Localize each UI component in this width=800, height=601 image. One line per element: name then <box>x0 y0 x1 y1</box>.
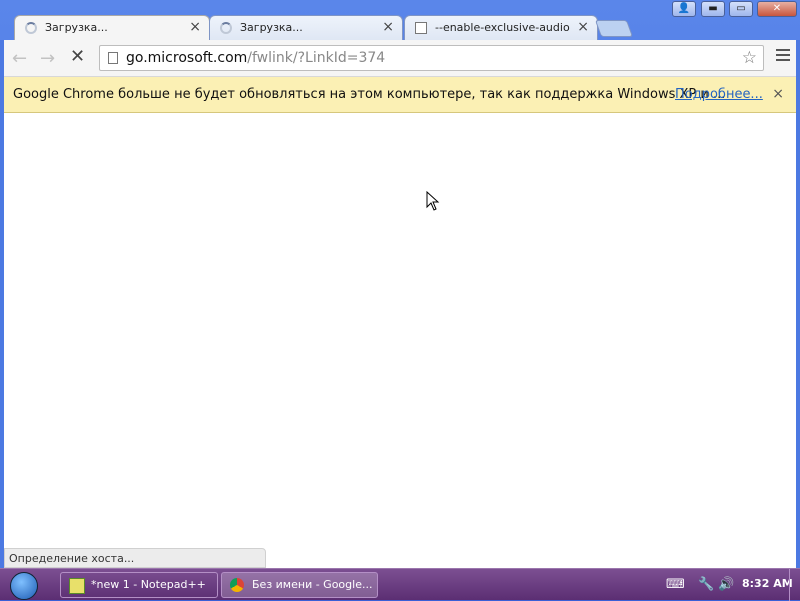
show-desktop-button[interactable] <box>789 569 800 601</box>
network-icon[interactable]: 🔧 <box>698 577 714 592</box>
chrome-window: Загрузка... × Загрузка... × --enable-exc… <box>0 0 800 568</box>
address-bar[interactable]: go.microsoft.com/fwlink/?LinkId=374 ☆ <box>99 45 764 71</box>
keyboard-icon[interactable]: ⌨ <box>666 577 685 592</box>
infobar: Google Chrome больше не будет обновлятьс… <box>4 77 796 113</box>
infobar-close-icon[interactable]: × <box>772 86 784 102</box>
tab-strip: Загрузка... × Загрузка... × --enable-exc… <box>0 0 800 41</box>
chrome-icon <box>230 578 244 592</box>
tab-2[interactable]: Загрузка... × <box>209 15 403 40</box>
url-host: go.microsoft.com <box>126 50 248 66</box>
tab-1[interactable]: Загрузка... × <box>14 15 210 41</box>
taskbar-item-chrome[interactable]: Без имени - Google... <box>221 572 378 598</box>
status-text: Определение хоста... <box>9 552 135 565</box>
mouse-cursor-icon <box>426 191 440 211</box>
url-text[interactable]: go.microsoft.com/fwlink/?LinkId=374 <box>126 50 385 66</box>
status-bubble: Определение хоста... <box>4 548 266 568</box>
page-content[interactable]: Определение хоста... <box>4 113 796 568</box>
tab-title: --enable-exclusive-audio <box>435 21 570 34</box>
url-path: /fwlink/?LinkId=374 <box>247 50 386 66</box>
bookmark-star-icon[interactable]: ☆ <box>742 48 757 68</box>
user-icon[interactable]: 👤 <box>672 1 696 17</box>
taskbar-item-notepadpp[interactable]: *new 1 - Notepad++ <box>60 572 218 598</box>
tab-3[interactable]: --enable-exclusive-audio × <box>404 15 598 40</box>
taskbar-item-label: *new 1 - Notepad++ <box>91 578 206 591</box>
tab-close-icon[interactable]: × <box>577 19 589 35</box>
loading-spinner-icon <box>25 22 37 34</box>
infobar-message: Google Chrome больше не будет обновлятьс… <box>13 87 726 102</box>
infobar-learn-more-link[interactable]: Подробнее... <box>675 87 763 102</box>
browser-toolbar: ← → ✕ go.microsoft.com/fwlink/?LinkId=37… <box>4 40 796 77</box>
clock[interactable]: 8:32 AM <box>742 577 793 590</box>
stop-button[interactable]: ✕ <box>70 46 85 67</box>
close-window-button[interactable]: ✕ <box>757 1 797 17</box>
start-button[interactable] <box>10 572 38 600</box>
tab-title: Загрузка... <box>45 21 108 34</box>
minimize-button[interactable]: ▬ <box>701 1 725 17</box>
taskbar: *new 1 - Notepad++ Без имени - Google...… <box>0 568 800 601</box>
taskbar-item-label: Без имени - Google... <box>252 578 373 591</box>
new-tab-button[interactable] <box>594 20 634 37</box>
tab-close-icon[interactable]: × <box>189 19 201 35</box>
window-frame-right <box>796 40 800 568</box>
forward-button[interactable]: → <box>40 48 55 69</box>
back-button[interactable]: ← <box>12 48 27 69</box>
tab-title: Загрузка... <box>240 21 303 34</box>
chrome-menu-icon[interactable] <box>776 49 790 64</box>
page-icon <box>415 22 427 34</box>
maximize-button[interactable]: ▭ <box>729 1 753 17</box>
notepadpp-icon <box>69 578 85 594</box>
tab-close-icon[interactable]: × <box>382 19 394 35</box>
volume-icon[interactable]: 🔊 <box>718 577 734 592</box>
page-icon <box>108 52 118 64</box>
loading-spinner-icon <box>220 22 232 34</box>
system-tray: ⌨ 🔧 🔊 8:32 AM <box>660 569 800 601</box>
